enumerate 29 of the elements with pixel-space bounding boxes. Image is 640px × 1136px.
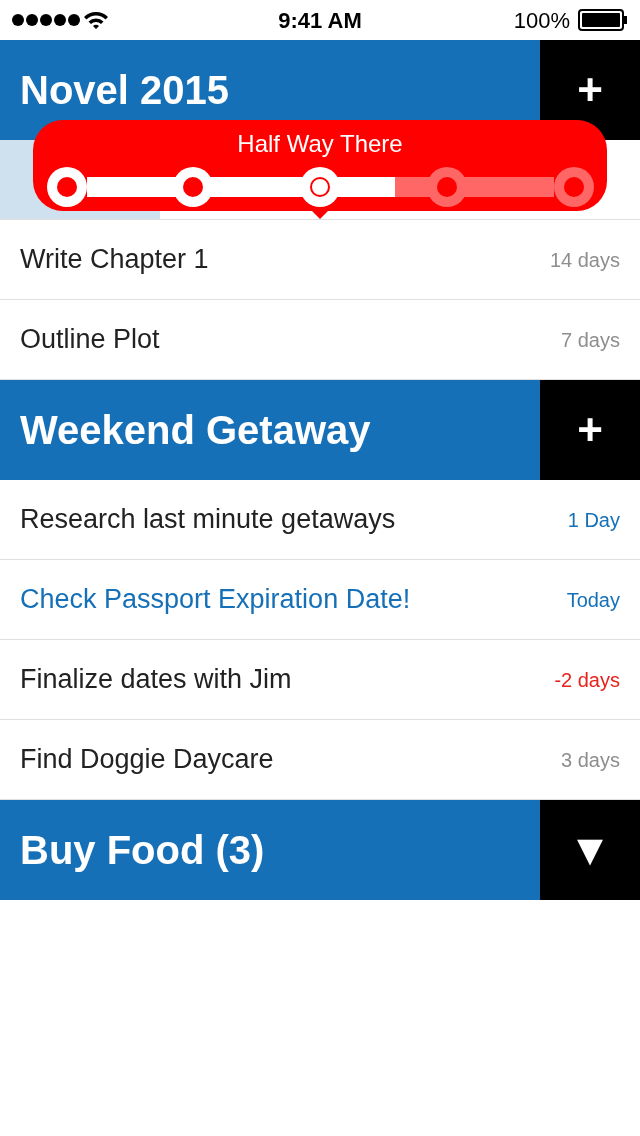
task-row[interactable]: Write Chapter 1 14 days <box>0 220 640 300</box>
signal-icon <box>12 13 80 27</box>
due-label: 14 days <box>549 247 620 273</box>
due-label: 7 days <box>561 327 620 353</box>
task-title: Write Chapter 1 <box>20 243 210 277</box>
clock: 9:41 AM <box>278 6 362 35</box>
step-thumb[interactable] <box>553 167 594 207</box>
section-title: Weekend Getaway <box>19 407 372 454</box>
battery-percent: 100% <box>513 6 570 35</box>
task-title: Research last minute getaways <box>20 503 397 537</box>
due-label: 3 days <box>561 747 620 773</box>
due-label: 1 Day <box>567 507 620 533</box>
due-label: Today <box>566 587 620 613</box>
step-thumb[interactable] <box>46 167 87 207</box>
tooltip-title: Half Way There <box>237 129 403 159</box>
section-title: Novel 2015 <box>19 67 231 114</box>
task-title: Outline Plot <box>20 323 161 357</box>
section-title: Buy Food (3) <box>19 827 266 874</box>
section-action-button[interactable]: + <box>540 380 640 480</box>
task-title: Check Passport Expiration Date! <box>20 583 412 617</box>
task-row[interactable]: Research last minute getaways 1 Day <box>0 480 640 560</box>
task-title: Find Doggie Daycare <box>20 743 275 777</box>
task-row[interactable]: Check Passport Expiration Date! Today <box>0 560 640 640</box>
due-label: -2 days <box>554 667 620 693</box>
section-action-button[interactable]: ▼ <box>540 800 640 900</box>
wifi-icon <box>83 10 109 30</box>
battery-icon <box>578 9 628 31</box>
task-row[interactable]: Finalize dates with Jim -2 days <box>0 640 640 720</box>
task-title: Finalize dates with Jim <box>20 663 293 697</box>
